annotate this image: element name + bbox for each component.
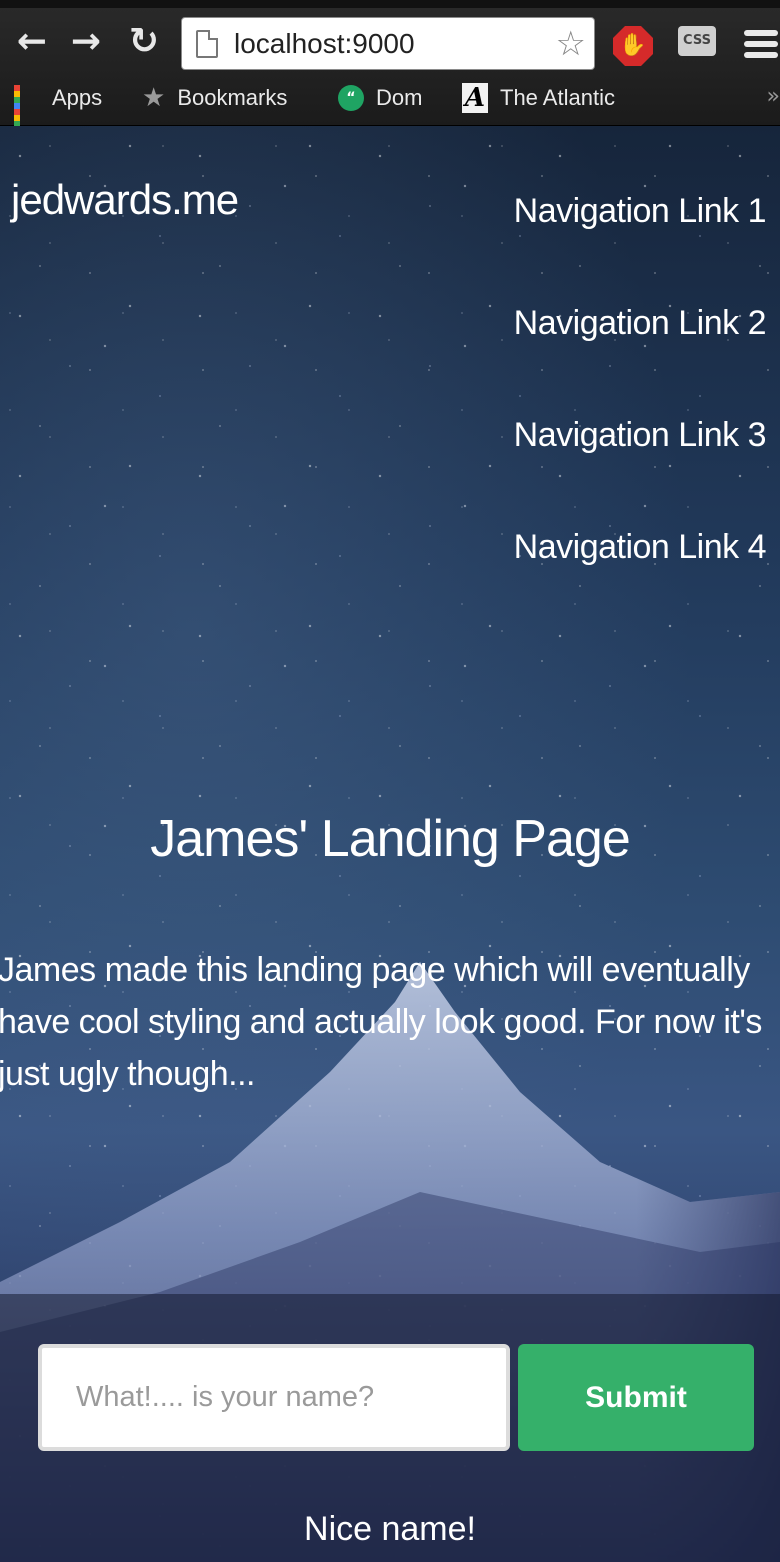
bookmark-label: Bookmarks [177,85,288,110]
adblock-icon[interactable]: ✋ [613,26,653,66]
hero-description: James made this landing page which will … [0,951,762,1093]
url-text[interactable]: localhost:9000 [234,28,415,60]
form-response: Nice name! [304,1510,476,1548]
hangouts-icon: “ [338,85,364,111]
bookmark-label: The Atlantic [500,85,615,110]
browser-chrome: ← → ↻ localhost:9000 ☆ ✋ CSS Apps ★ Book… [0,0,780,139]
nav-link-1[interactable]: Navigation Link 1 [514,192,767,304]
name-form: Submit Nice name! [0,1294,780,1562]
bookmark-star-icon[interactable]: ☆ [556,24,586,64]
nav-link-3[interactable]: Navigation Link 3 [514,416,767,528]
page-icon [196,30,218,58]
address-bar[interactable]: localhost:9000 ☆ [181,17,595,70]
site-nav: Navigation Link 1 Navigation Link 2 Navi… [514,192,767,640]
site-brand[interactable]: jedwards.me [11,176,239,224]
bookmark-bookmarks[interactable]: ★ Bookmarks [142,78,287,118]
name-input[interactable] [38,1344,510,1451]
back-arrow-icon[interactable]: ← [12,22,52,62]
menu-icon[interactable] [744,30,778,60]
nav-link-4[interactable]: Navigation Link 4 [514,528,767,640]
bookmark-apps[interactable]: Apps [14,78,103,139]
css-extension-icon[interactable]: CSS [678,26,716,56]
page-viewport: jedwards.me Navigation Link 1 Navigation… [0,126,780,1562]
bookmarks-bar: Apps ★ Bookmarks “ Dom A The Atlantic [0,78,780,139]
forward-arrow-icon[interactable]: → [66,22,106,62]
page-title: James' Landing Page [150,810,631,868]
tab-strip-edge [0,0,780,8]
submit-button[interactable]: Submit [518,1344,754,1451]
reload-icon[interactable]: ↻ [124,22,164,62]
bookmarks-overflow-icon[interactable]: » [767,84,780,109]
star-icon: ★ [142,83,166,113]
bookmark-label: Dom [376,85,423,110]
nav-link-2[interactable]: Navigation Link 2 [514,304,767,416]
atlantic-icon: A [462,83,488,113]
bookmark-label: Apps [52,85,103,110]
apps-grid-icon [14,85,40,139]
bookmark-dom[interactable]: “ Dom [338,78,422,118]
bookmark-the-atlantic[interactable]: A The Atlantic [462,78,615,118]
